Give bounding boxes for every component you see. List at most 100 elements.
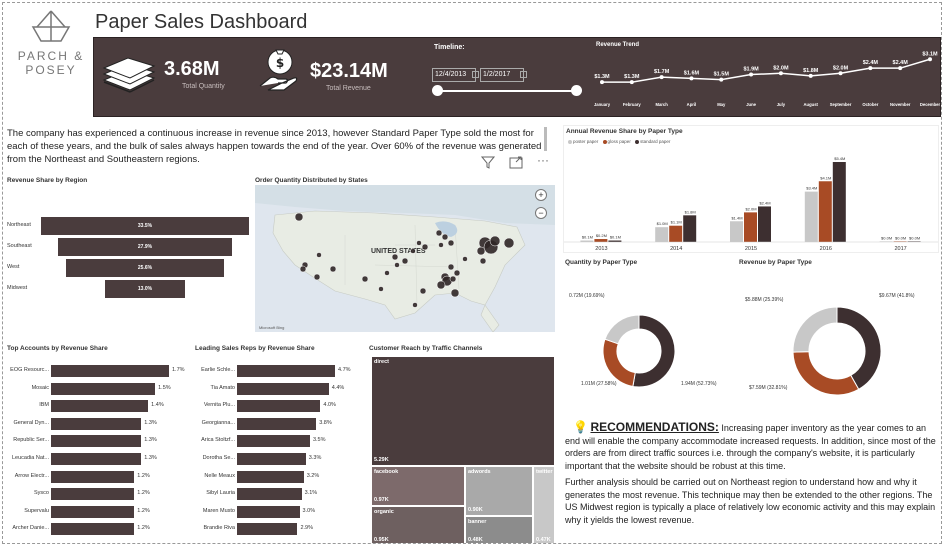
treemap-tile-adwords[interactable]: adwords 0.90K: [465, 466, 533, 516]
accounts-bar[interactable]: [51, 400, 149, 413]
annual-bar-poster[interactable]: [804, 191, 818, 242]
reps-bar[interactable]: [237, 365, 335, 377]
trend-point[interactable]: [600, 80, 604, 85]
map-bubble[interactable]: [435, 229, 443, 237]
us-map[interactable]: UNITED STATES Microsoft Bing + −: [255, 185, 555, 332]
map-bubble[interactable]: [453, 269, 461, 277]
trend-point[interactable]: [719, 77, 724, 82]
timeline-slider-track[interactable]: [438, 90, 576, 92]
map-bubble[interactable]: [436, 280, 446, 290]
timeline-start-input[interactable]: 12/4/2013: [432, 68, 476, 82]
annual-bar-poster[interactable]: [730, 221, 743, 242]
map-bubble[interactable]: [410, 248, 416, 254]
reps-bar[interactable]: [237, 382, 329, 395]
trend-point[interactable]: [928, 57, 932, 62]
annual-bar-gloss[interactable]: [669, 225, 683, 242]
map-bubble[interactable]: [419, 287, 427, 295]
map-bubble[interactable]: [313, 273, 321, 281]
trend-point[interactable]: [838, 71, 843, 76]
annual-year-label: 2014: [670, 246, 682, 252]
map-bubble[interactable]: [384, 270, 390, 276]
map-bubble[interactable]: [462, 256, 468, 262]
map-bubble[interactable]: [316, 252, 322, 258]
reps-bar[interactable]: [237, 417, 317, 430]
trend-point[interactable]: [808, 73, 813, 78]
zoom-out-icon[interactable]: −: [535, 207, 547, 219]
map-bubble[interactable]: [476, 246, 486, 256]
accounts-bar[interactable]: [51, 417, 142, 430]
donut-slice-poster[interactable]: [792, 306, 838, 353]
map-bubble[interactable]: [361, 275, 369, 283]
donut-slice-poster[interactable]: [604, 314, 640, 345]
timeline-start-handle[interactable]: [432, 85, 443, 96]
accounts-bar[interactable]: [51, 453, 142, 465]
trend-point[interactable]: [629, 80, 634, 85]
accounts-bar[interactable]: [51, 488, 135, 501]
map-bubble[interactable]: [450, 288, 460, 298]
trend-point[interactable]: [659, 75, 664, 80]
accounts-bar[interactable]: [51, 365, 169, 377]
focus-mode-icon[interactable]: [509, 155, 523, 169]
trend-point[interactable]: [898, 66, 903, 71]
donut-slice-standard[interactable]: [836, 306, 882, 390]
map-bubble[interactable]: [449, 275, 457, 283]
accounts-bar[interactable]: [51, 382, 156, 395]
map-bubble[interactable]: [479, 257, 487, 265]
map-bubble[interactable]: [447, 263, 455, 271]
annual-bar-standard[interactable]: [832, 162, 846, 242]
more-options-icon[interactable]: ···: [537, 153, 549, 167]
map-bubble[interactable]: [421, 243, 429, 251]
annual-bar-gloss[interactable]: [818, 181, 832, 242]
trend-point[interactable]: [778, 71, 783, 76]
treemap-tile-twitter[interactable]: twitter 0.47K: [533, 466, 555, 543]
accounts-bar[interactable]: [51, 523, 135, 536]
annual-bar-poster[interactable]: [655, 227, 669, 242]
annual-bar-standard[interactable]: [683, 215, 697, 242]
map-bubble[interactable]: [401, 257, 409, 265]
annual-bar-gloss[interactable]: [744, 212, 757, 242]
map-title: Order Quantity Distributed by States: [255, 177, 368, 184]
map-bubble[interactable]: [489, 235, 501, 247]
treemap-tile-facebook[interactable]: facebook 0.97K: [371, 466, 465, 506]
trend-point[interactable]: [689, 76, 694, 81]
treemap-tile-organic[interactable]: organic 0.95K: [371, 506, 465, 543]
map-bubble[interactable]: [329, 265, 337, 273]
accounts-bar[interactable]: [51, 470, 135, 483]
filter-icon[interactable]: [481, 155, 495, 169]
reps-bar[interactable]: [237, 470, 304, 483]
zoom-in-icon[interactable]: +: [535, 189, 547, 201]
map-bubble[interactable]: [394, 262, 400, 268]
reps-bar[interactable]: [237, 488, 302, 501]
treemap-tile-banner[interactable]: banner 0.48K: [465, 516, 533, 543]
accounts-bar[interactable]: [51, 435, 142, 448]
map-bubble[interactable]: [378, 286, 384, 292]
map-bubble[interactable]: [294, 212, 304, 222]
calendar-icon[interactable]: [472, 71, 479, 78]
map-bubble[interactable]: [416, 240, 422, 246]
map-bubble[interactable]: [441, 233, 449, 241]
donut-slice-gloss[interactable]: [792, 351, 860, 396]
reps-bar[interactable]: [237, 523, 298, 536]
map-bubble[interactable]: [447, 239, 455, 247]
reps-bar[interactable]: [237, 435, 310, 448]
map-bubble[interactable]: [299, 265, 307, 273]
trend-value-label: $1.3M: [624, 74, 640, 80]
accounts-bar[interactable]: [51, 505, 135, 518]
map-bubble[interactable]: [503, 237, 515, 249]
map-bubble[interactable]: [438, 242, 444, 248]
timeline-end-input[interactable]: 1/2/2017: [480, 68, 524, 82]
reps-bar[interactable]: [237, 453, 306, 465]
treemap-tile-direct[interactable]: direct 5.29K: [371, 356, 555, 466]
calendar-icon[interactable]: [520, 71, 527, 78]
timeline-end-handle[interactable]: [571, 85, 582, 96]
reps-bar[interactable]: [237, 400, 321, 413]
trend-point[interactable]: [749, 72, 754, 77]
map-bubble[interactable]: [391, 253, 399, 261]
trend-point[interactable]: [868, 66, 873, 71]
annual-bar-standard[interactable]: [758, 206, 771, 242]
annual-bar-gloss[interactable]: [594, 239, 608, 242]
donut-slice-gloss[interactable]: [602, 338, 636, 388]
note-scrollbar[interactable]: [544, 127, 547, 151]
reps-bar[interactable]: [237, 505, 300, 518]
map-bubble[interactable]: [412, 302, 418, 308]
